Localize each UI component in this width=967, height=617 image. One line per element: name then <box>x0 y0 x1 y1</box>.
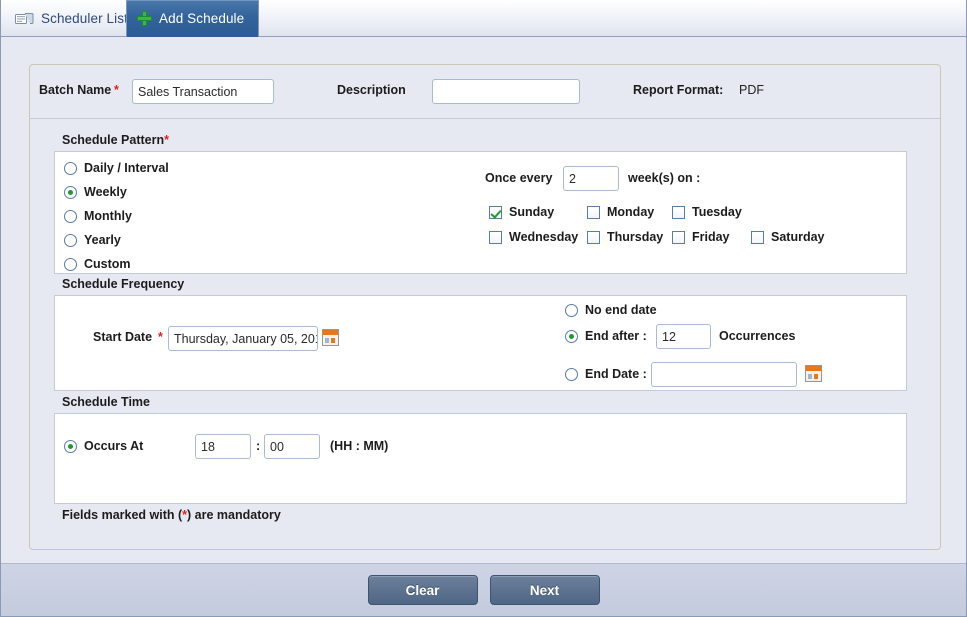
schedule-pattern-legend-text: Schedule Pattern <box>62 133 164 147</box>
tab-add-schedule-label: Add Schedule <box>159 11 244 26</box>
radio-icon <box>64 162 77 175</box>
time-format-hint: (HH : MM) <box>330 439 388 453</box>
checkbox-icon <box>672 206 685 219</box>
calendar-icon[interactable] <box>322 329 339 346</box>
schedule-pattern-required-mark: * <box>164 133 169 147</box>
time-separator: : <box>256 439 260 453</box>
tab-bar: Scheduler List Add Schedule <box>1 0 967 37</box>
occurrences-label: Occurrences <box>719 329 795 343</box>
radio-yearly-label: Yearly <box>84 233 121 247</box>
schedule-frequency-legend: Schedule Frequency <box>62 277 184 291</box>
tab-scheduler-list[interactable]: Scheduler List <box>5 0 142 37</box>
radio-monthly[interactable]: Monthly <box>64 209 132 223</box>
radio-icon <box>565 330 578 343</box>
once-every-label: Once every <box>485 171 552 185</box>
checkbox-sunday[interactable]: Sunday <box>489 205 554 219</box>
checkbox-thursday-label: Thursday <box>607 230 663 244</box>
minutes-input[interactable]: 00 <box>264 434 320 459</box>
occurrences-input[interactable]: 12 <box>656 324 711 349</box>
start-date-required-mark: * <box>158 330 163 344</box>
end-date-input[interactable] <box>651 362 797 387</box>
radio-no-end-date-label: No end date <box>585 303 657 317</box>
batch-name-label: Batch Name <box>39 83 111 97</box>
footer-bar: Clear Next <box>1 563 966 616</box>
checkbox-monday-label: Monday <box>607 205 654 219</box>
clear-button[interactable]: Clear <box>368 575 478 605</box>
checkbox-friday-label: Friday <box>692 230 730 244</box>
schedule-time-body: Occurs At 18 : 00 (HH : MM) <box>54 413 907 504</box>
description-label: Description <box>337 83 406 97</box>
report-format-label: Report Format: <box>633 83 723 97</box>
checkbox-monday[interactable]: Monday <box>587 205 654 219</box>
radio-icon <box>64 440 77 453</box>
radio-icon <box>64 186 77 199</box>
start-date-label: Start Date <box>93 330 152 344</box>
radio-occurs-at-label: Occurs At <box>84 439 143 453</box>
radio-weekly-label: Weekly <box>84 185 127 199</box>
description-input[interactable] <box>432 79 580 104</box>
weeks-on-label: week(s) on : <box>628 171 700 185</box>
next-button[interactable]: Next <box>490 575 600 605</box>
list-icon <box>15 11 34 27</box>
checkbox-friday[interactable]: Friday <box>672 230 730 244</box>
checkbox-saturday-label: Saturday <box>771 230 825 244</box>
radio-end-after-label: End after : <box>585 329 647 343</box>
radio-occurs-at[interactable]: Occurs At <box>64 439 143 453</box>
interval-weeks-input[interactable]: 2 <box>563 166 619 191</box>
hours-input[interactable]: 18 <box>195 434 251 459</box>
radio-monthly-label: Monthly <box>84 209 132 223</box>
radio-custom-label: Custom <box>84 257 131 271</box>
radio-icon <box>565 304 578 317</box>
radio-icon <box>64 234 77 247</box>
radio-yearly[interactable]: Yearly <box>64 233 121 247</box>
radio-no-end-date[interactable]: No end date <box>565 303 657 317</box>
checkbox-icon <box>672 231 685 244</box>
checkbox-icon <box>751 231 764 244</box>
tab-add-schedule[interactable]: Add Schedule <box>126 0 259 37</box>
radio-icon <box>565 368 578 381</box>
radio-daily-interval-label: Daily / Interval <box>84 161 169 175</box>
radio-end-date-label: End Date : <box>585 367 647 381</box>
radio-end-date[interactable]: End Date : <box>565 367 647 381</box>
batch-name-required-mark: * <box>114 83 119 97</box>
start-date-input[interactable]: Thursday, January 05, 201 <box>168 326 318 351</box>
form-header-row: Batch Name * Sales Transaction Descripti… <box>30 65 940 119</box>
radio-icon <box>64 210 77 223</box>
scheduler-page: Scheduler List Add Schedule Batch Name *… <box>0 0 967 617</box>
mandatory-note-post: ) are mandatory <box>187 508 281 522</box>
checkbox-thursday[interactable]: Thursday <box>587 230 663 244</box>
radio-end-after[interactable]: End after : <box>565 329 647 343</box>
radio-custom[interactable]: Custom <box>64 257 131 271</box>
calendar-icon[interactable] <box>805 365 822 382</box>
mandatory-note-pre: Fields marked with ( <box>62 508 182 522</box>
report-format-value: PDF <box>739 83 764 97</box>
checkbox-icon <box>489 206 502 219</box>
checkbox-sunday-label: Sunday <box>509 205 554 219</box>
checkbox-icon <box>489 231 502 244</box>
checkbox-tuesday[interactable]: Tuesday <box>672 205 742 219</box>
radio-daily-interval[interactable]: Daily / Interval <box>64 161 169 175</box>
checkbox-icon <box>587 206 600 219</box>
schedule-pattern-legend: Schedule Pattern* <box>62 133 169 147</box>
checkbox-tuesday-label: Tuesday <box>692 205 742 219</box>
form-panel: Batch Name * Sales Transaction Descripti… <box>29 64 941 550</box>
tab-scheduler-list-label: Scheduler List <box>41 11 128 26</box>
radio-weekly[interactable]: Weekly <box>64 185 127 199</box>
schedule-pattern-body: Daily / Interval Weekly Monthly Yearly C… <box>54 151 907 274</box>
schedule-time-legend: Schedule Time <box>62 395 150 409</box>
plus-icon <box>137 11 152 26</box>
checkbox-wednesday[interactable]: Wednesday <box>489 230 578 244</box>
radio-icon <box>64 258 77 271</box>
batch-name-input[interactable]: Sales Transaction <box>132 79 274 104</box>
checkbox-icon <box>587 231 600 244</box>
checkbox-saturday[interactable]: Saturday <box>751 230 825 244</box>
schedule-frequency-body: Start Date * Thursday, January 05, 201 N… <box>54 295 907 391</box>
mandatory-note: Fields marked with (*) are mandatory <box>62 508 281 522</box>
checkbox-wednesday-label: Wednesday <box>509 230 578 244</box>
